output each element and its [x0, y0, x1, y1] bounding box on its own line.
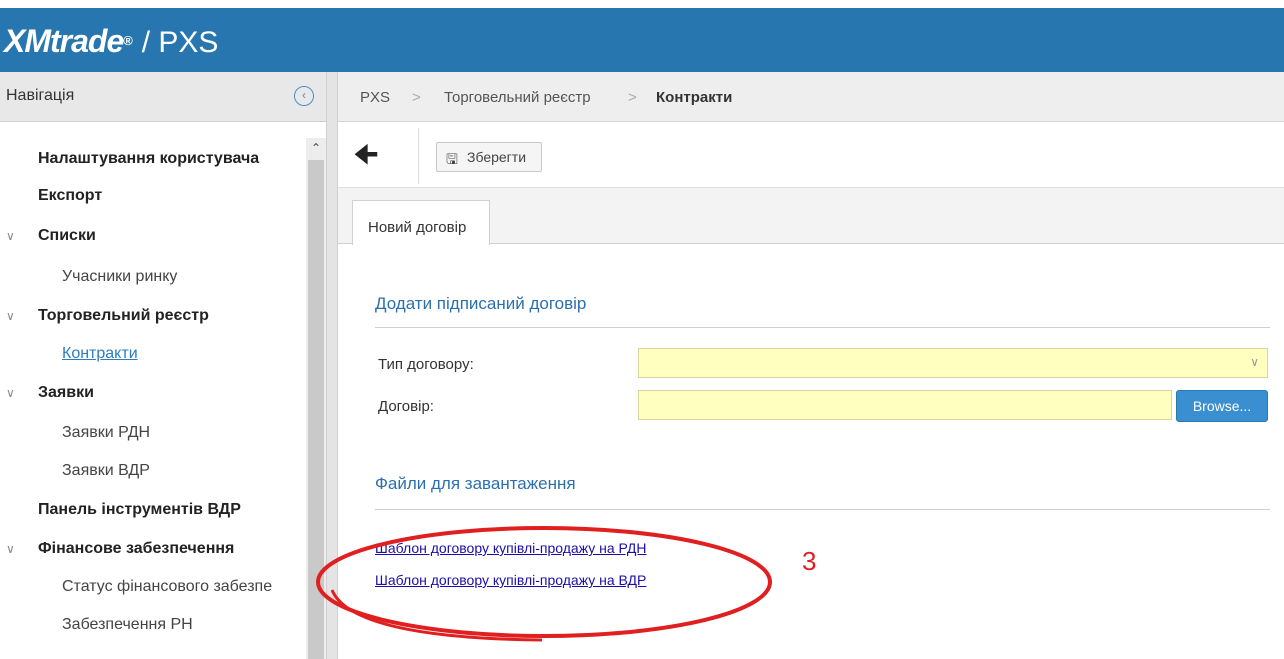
logo-registered-mark: ®: [123, 33, 133, 48]
chevron-down-icon[interactable]: ∨: [6, 229, 15, 243]
chevron-down-icon[interactable]: ∨: [6, 386, 15, 400]
annotation-ellipse: [316, 526, 772, 642]
sidebar-item-user-settings[interactable]: Налаштування користувача: [38, 150, 259, 168]
save-button[interactable]: 🖫 Зберегти: [436, 142, 542, 172]
top-bar: XMtrade® / PXS: [0, 8, 1284, 72]
breadcrumb-item-trade-register[interactable]: Торговельний реєстр: [444, 89, 591, 106]
tab-label: Новий договір: [368, 219, 467, 236]
chevron-down-icon[interactable]: ∨: [6, 309, 15, 323]
sidebar-item-bids-dam[interactable]: Заявки РДН: [62, 424, 150, 442]
breadcrumb-item-pxs[interactable]: PXS: [360, 89, 390, 106]
app-logo[interactable]: XMtrade® / PXS: [4, 24, 218, 60]
toolbar-divider: [418, 128, 419, 184]
sidebar-item-contracts[interactable]: Контракти: [62, 345, 138, 363]
logo-product: / PXS: [141, 26, 219, 59]
sidebar-item-bids-idm[interactable]: Заявки ВДР: [62, 462, 150, 480]
chevron-up-icon[interactable]: ⌃: [308, 140, 324, 156]
section-title-downloads: Файли для завантаження: [375, 474, 576, 493]
browse-button[interactable]: Browse...: [1176, 390, 1268, 422]
chevron-down-icon[interactable]: ∨: [6, 542, 15, 556]
sidebar-item-lists[interactable]: Списки: [38, 227, 96, 245]
sidebar-item-export[interactable]: Експорт: [38, 187, 102, 205]
breadcrumb-item-contracts: Контракти: [656, 89, 733, 106]
logo-brand: XMtrade: [4, 23, 124, 59]
contract-type-label: Тип договору:: [378, 356, 474, 373]
tab-new-contract[interactable]: Новий договір: [352, 200, 490, 245]
sidebar-item-financial-security-status[interactable]: Статус фінансового забезпе: [62, 578, 272, 596]
section-title-add-contract: Додати підписаний договір: [375, 294, 587, 313]
sidebar-item-market-participants[interactable]: Учасники ринку: [62, 268, 177, 286]
contract-file-input[interactable]: [638, 390, 1172, 420]
sidebar-title: Навігація: [6, 87, 75, 104]
sidebar-item-idm-toolbar[interactable]: Панель інструментів ВДР: [38, 501, 241, 519]
sidebar-item-financial-security[interactable]: Фінансове забезпечення: [38, 540, 234, 558]
save-button-label: Зберегти: [467, 149, 527, 165]
section-divider: [375, 327, 1270, 328]
chevron-down-icon: ∨: [1250, 355, 1259, 369]
breadcrumb-separator: >: [628, 89, 637, 106]
sidebar-item-trade-register[interactable]: Торговельний реєстр: [38, 307, 209, 325]
section-divider: [375, 509, 1270, 510]
contract-file-label: Договір:: [378, 398, 434, 415]
floppy-disk-icon: 🖫: [446, 151, 458, 167]
contract-type-select[interactable]: ∨: [638, 348, 1268, 378]
breadcrumb: PXS > Торговельний реєстр > Контракти: [338, 72, 1284, 122]
breadcrumb-separator: >: [412, 89, 421, 106]
chevron-left-circle-icon[interactable]: ‹: [294, 86, 314, 106]
arrow-left-icon[interactable]: 🠈: [354, 138, 384, 172]
sidebar-item-bids[interactable]: Заявки: [38, 384, 94, 402]
sidebar-item-security-bm[interactable]: Забезпечення РН: [62, 616, 193, 634]
sidebar-header: Навігація ‹: [0, 72, 326, 122]
annotation-number: 3: [802, 546, 817, 576]
